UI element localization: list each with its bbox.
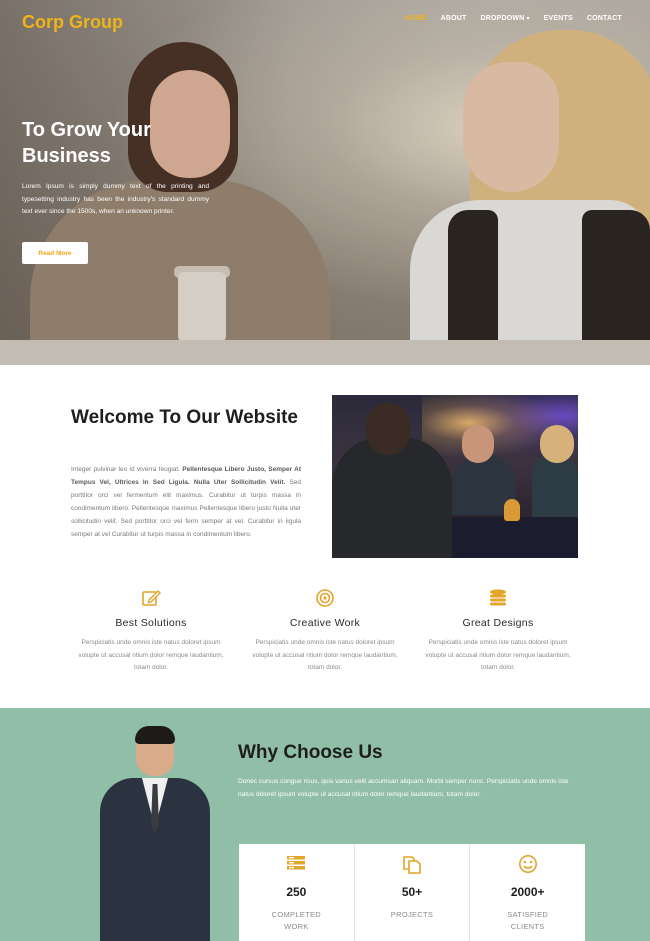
- stat-number: 250: [286, 885, 307, 899]
- smile-icon: [518, 854, 538, 874]
- nav-home[interactable]: HOME: [405, 15, 427, 22]
- edit-icon: [141, 588, 161, 608]
- feature-text: Perspiciatis unde omnis iste natus dolor…: [78, 639, 224, 671]
- welcome-text-intro: Integer pulvinar leo id viverra feugiat.: [71, 466, 180, 473]
- photo-man-left-head: [366, 403, 410, 455]
- stack-icon: [286, 854, 306, 874]
- feature-title: Best Solutions: [115, 617, 187, 629]
- top-navbar: Corp Group HOME ABOUT DROPDOWN ▾ EVENTS C…: [0, 0, 650, 44]
- why-title: Why Choose Us: [238, 742, 383, 763]
- stat-number: 2000+: [510, 885, 545, 899]
- hero-text: Lorem Ipsum is simply dummy text of the …: [22, 183, 209, 216]
- target-icon: [315, 588, 335, 608]
- nav-dropdown[interactable]: DROPDOWN ▾: [480, 15, 529, 22]
- stat-number: 50+: [401, 885, 423, 899]
- welcome-photo: [332, 395, 578, 558]
- feature-title: Great Designs: [462, 617, 534, 629]
- main-menu: HOME ABOUT DROPDOWN ▾ EVENTS CONTACT: [391, 15, 622, 22]
- welcome-text-rest: Sed porttitor orci vel fermentum elit ma…: [71, 478, 301, 538]
- feature-text: Perspiciatis unde omnis iste natus dolor…: [425, 639, 571, 671]
- welcome-text: Integer pulvinar leo id viverra feugiat.…: [71, 464, 301, 541]
- stat-completed-work: 250 Completed Work: [239, 844, 355, 941]
- welcome-title: Welcome To Our Website: [71, 407, 298, 428]
- stat-projects: 50+ Projects: [355, 844, 471, 941]
- hero-section: Corp Group HOME ABOUT DROPDOWN ▾ EVENTS C…: [0, 0, 650, 365]
- stat-label: Projects: [390, 910, 434, 919]
- photo-man-center-head: [462, 425, 494, 463]
- nav-about[interactable]: ABOUT: [441, 15, 467, 22]
- nav-dropdown-label: DROPDOWN: [480, 15, 525, 22]
- feature-creative-work: Creative Work Perspiciatis unde omnis is…: [245, 588, 405, 675]
- stat-satisfied-clients: 2000+ Satisfied Clients: [470, 844, 585, 941]
- feature-best-solutions: Best Solutions Perspiciatis unde omnis i…: [71, 588, 231, 675]
- feature-great-designs: Great Designs Perspiciatis unde omnis is…: [418, 588, 578, 675]
- stat-label: Completed Work: [271, 910, 322, 931]
- photo-woman-head: [540, 425, 574, 463]
- photo-man-left: [332, 437, 452, 558]
- hero-title: To Grow Your Business: [22, 119, 151, 167]
- person-hair: [135, 726, 175, 744]
- stats-panel: 250 Completed Work 50+ Projects 2000+ Sa…: [239, 844, 585, 941]
- photo-glass: [504, 499, 520, 521]
- feature-text: Perspiciatis unde omnis iste natus dolor…: [252, 639, 398, 671]
- chevron-down-icon: ▾: [526, 16, 530, 22]
- copy-icon: [402, 854, 422, 874]
- nav-events[interactable]: EVENTS: [544, 15, 573, 22]
- stat-label: Satisfied Clients: [507, 910, 549, 931]
- why-text: Donec cursus congue risus, quis varius v…: [238, 778, 569, 798]
- businessman-photo: [100, 726, 210, 941]
- coins-icon: [488, 588, 508, 608]
- nav-contact[interactable]: CONTACT: [587, 15, 622, 22]
- read-more-button[interactable]: Read More: [22, 242, 88, 264]
- site-logo[interactable]: Corp Group: [22, 12, 123, 33]
- feature-title: Creative Work: [289, 617, 361, 629]
